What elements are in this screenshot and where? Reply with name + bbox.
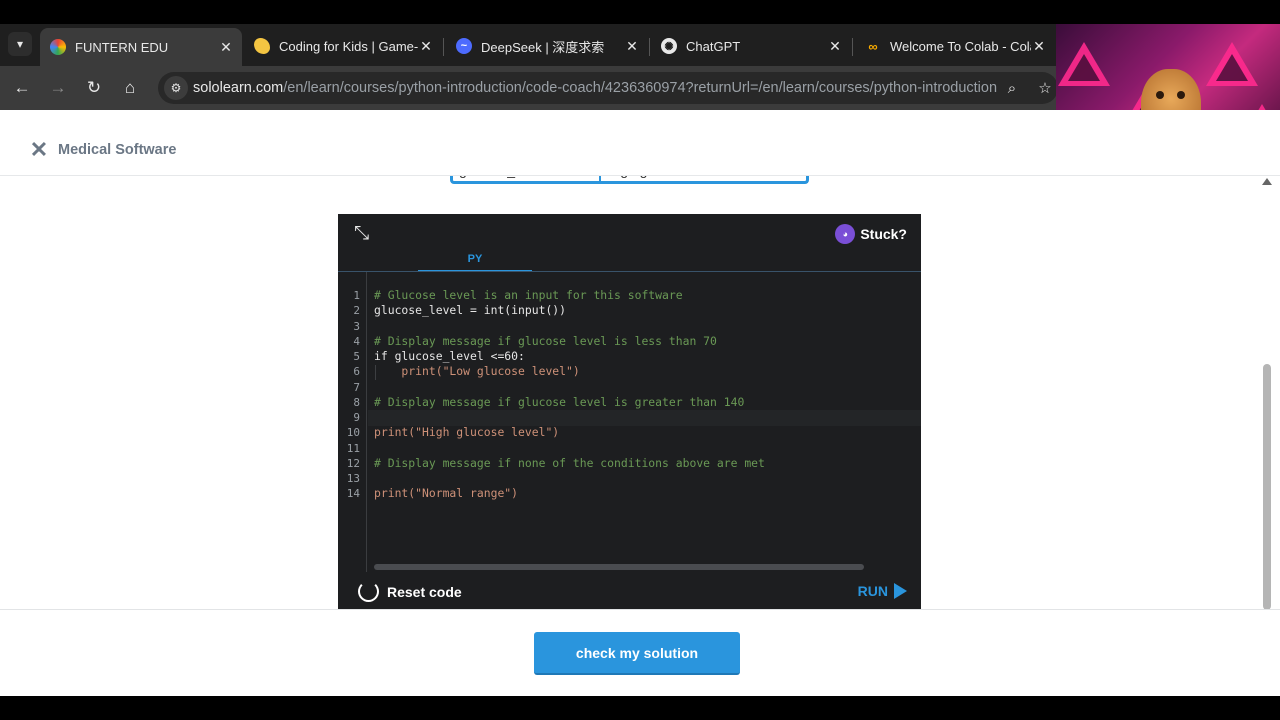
line-number: 10 (346, 426, 360, 439)
tab-funtern-edu[interactable]: FUNTERN EDU ✕ (40, 28, 242, 66)
reset-code-button[interactable]: Reset code (358, 581, 462, 602)
code-line[interactable]: glucose_level = int(input()) (374, 303, 566, 317)
tab-deepseek[interactable]: ~ DeepSeek | 深度求索 ✕ (446, 30, 648, 62)
screen: ▾ FUNTERN EDU ✕ Coding for Kids | Game-B… (0, 0, 1280, 720)
tab-python[interactable]: PY (418, 252, 532, 272)
code-line[interactable]: print("High glucose level") (374, 425, 559, 439)
expand-icon[interactable]: ⤡ (354, 224, 374, 244)
tab-title: FUNTERN EDU (75, 39, 169, 55)
tab-title: Coding for Kids | Game-B (279, 38, 418, 54)
tab-coding-for-kids[interactable]: Coding for Kids | Game-B ✕ (244, 30, 442, 62)
colab-logo-icon: ∞ (868, 38, 878, 54)
scrollbar-thumb[interactable] (1263, 364, 1271, 610)
tab-separator (852, 38, 853, 56)
line-number: 2 (353, 304, 360, 317)
reset-circle-arrow-icon (358, 581, 379, 602)
code-editor: ⤡ ◕ Stuck? PY 1 2 3 4 5 6 7 8 9 10 11 12 (338, 214, 921, 609)
tab-title: ChatGPT (686, 38, 741, 54)
page-title: Medical Software (58, 142, 177, 158)
forward-arrow-icon[interactable]: → (46, 76, 70, 100)
close-icon[interactable]: ✕ (624, 38, 640, 55)
line-number: 13 (346, 472, 360, 485)
editor-horizontal-scrollbar[interactable] (374, 564, 864, 570)
url-text[interactable]: sololearn.com/en/learn/courses/python-in… (193, 80, 997, 96)
tab-separator (443, 38, 444, 56)
reload-icon[interactable]: ↻ (82, 76, 106, 100)
bookmark-star-icon[interactable]: ☆ (1034, 77, 1056, 99)
deepseek-whale-icon: ~ (456, 38, 472, 54)
line-number: 14 (346, 487, 360, 500)
line-number: 11 (346, 442, 360, 455)
line-number: 3 (353, 320, 360, 333)
code-line[interactable]: print("Low glucose level") (374, 364, 579, 378)
tab-divider (338, 271, 921, 272)
page-scrollbar[interactable] (1262, 176, 1272, 610)
close-lesson-icon[interactable]: ✕ (29, 139, 49, 161)
footer-divider (0, 609, 1280, 610)
line-number: 5 (353, 350, 360, 363)
site-info-icon[interactable]: ⚙ (164, 76, 188, 100)
address-bar[interactable]: ⚙ sololearn.com/en/learn/courses/python-… (158, 72, 1058, 104)
tab-search-chevron-icon[interactable]: ▾ (8, 32, 32, 56)
close-icon[interactable]: ✕ (827, 38, 843, 55)
code-line[interactable]: if glucose_level <=60: (374, 349, 525, 363)
home-icon[interactable]: ⌂ (118, 76, 142, 100)
run-button[interactable]: RUN (858, 583, 907, 599)
code-line[interactable]: # Display message if glucose level is gr… (374, 395, 744, 409)
code-line[interactable]: # Glucose level is an input for this sof… (374, 288, 683, 302)
reset-label: Reset code (387, 583, 462, 600)
stuck-label: Stuck? (860, 226, 907, 242)
tab-separator (649, 38, 650, 56)
close-icon[interactable]: ✕ (418, 38, 434, 55)
code-line[interactable]: print("Normal range") (374, 486, 518, 500)
owl-mascot-icon: ◕ (835, 224, 856, 244)
close-icon[interactable]: ✕ (1031, 38, 1047, 55)
funtern-favicon-icon (50, 39, 66, 55)
active-line-highlight (368, 410, 921, 426)
line-number: 1 (353, 289, 360, 302)
close-icon[interactable]: ✕ (218, 39, 234, 56)
check-solution-button[interactable]: check my solution (534, 632, 740, 675)
scroll-up-arrow-icon[interactable] (1262, 178, 1272, 185)
tab-title: Welcome To Colab - Cola (890, 38, 1031, 54)
back-arrow-icon[interactable]: ← (10, 76, 34, 100)
code-line[interactable]: # Display message if none of the conditi… (374, 456, 765, 470)
line-number: 6 (353, 365, 360, 378)
line-number-gutter: 1 2 3 4 5 6 7 8 9 10 11 12 13 14 (338, 272, 367, 572)
play-icon (894, 583, 907, 599)
banana-favicon-icon (254, 38, 270, 54)
line-number: 7 (353, 381, 360, 394)
line-number: 9 (353, 411, 360, 424)
code-line[interactable]: # Display message if glucose level is le… (374, 334, 717, 348)
line-number: 12 (346, 457, 360, 470)
stuck-button[interactable]: ◕ Stuck? (835, 224, 907, 244)
chatgpt-logo-icon: ✺ (661, 38, 677, 54)
tab-title: DeepSeek | 深度求索 (481, 39, 605, 55)
tab-colab[interactable]: ∞ Welcome To Colab - Cola ✕ (855, 30, 1055, 62)
zoom-icon[interactable]: ⌕ (1001, 77, 1023, 99)
lesson-header: ✕ Medical Software (0, 110, 1280, 176)
line-number: 8 (353, 396, 360, 409)
run-label: RUN (857, 583, 888, 599)
page-content: ✕ Medical Software glucose_level > 150 H… (0, 110, 1280, 696)
line-number: 4 (353, 335, 360, 348)
tab-chatgpt[interactable]: ✺ ChatGPT ✕ (651, 30, 851, 62)
editor-footer: Reset code RUN (338, 573, 921, 609)
